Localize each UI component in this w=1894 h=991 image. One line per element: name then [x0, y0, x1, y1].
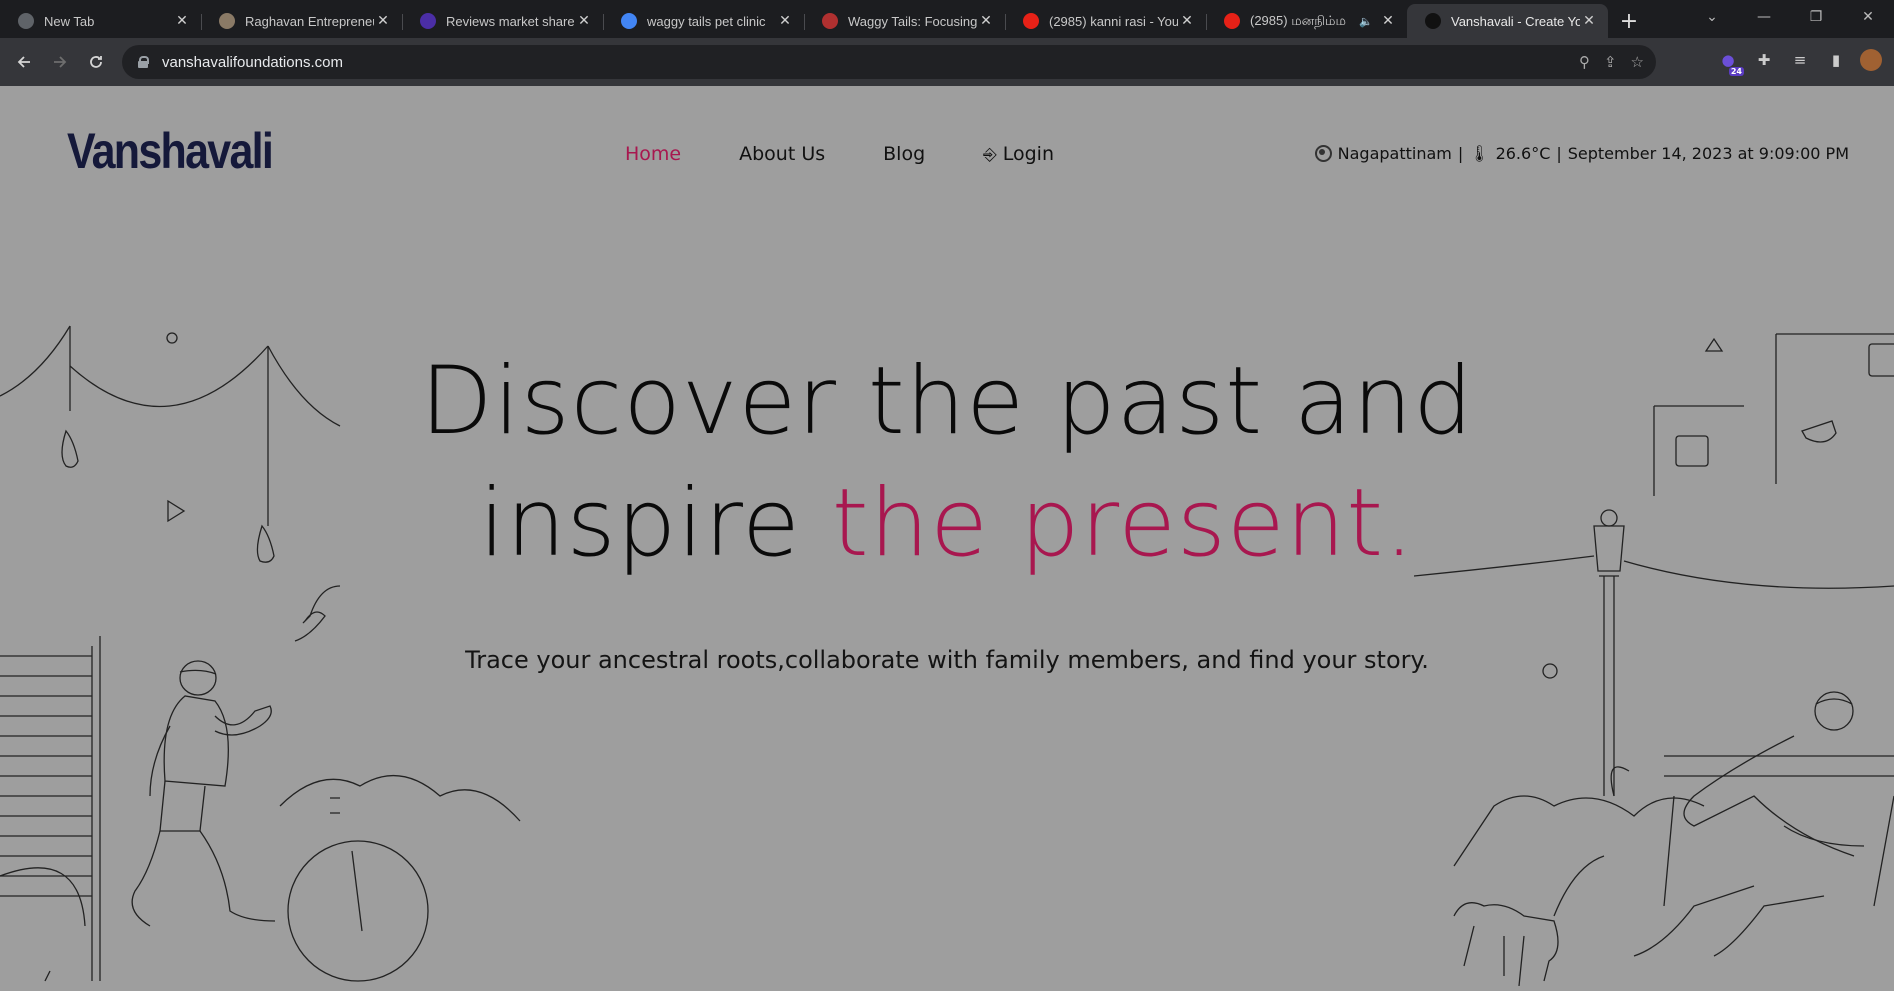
tab-close-icon[interactable]: ✕ — [173, 13, 191, 29]
browser-tab[interactable]: Waggy Tails: Focusing ✕ — [804, 6, 1005, 36]
page-content: Vanshavali Home About Us Blog ⎆ Login Nag… — [0, 86, 1894, 991]
nav-login[interactable]: ⎆ Login — [983, 143, 1054, 165]
tab-title: (2985) மனநிம்ம — [1250, 12, 1346, 28]
nav-about-us[interactable]: About Us — [739, 143, 825, 165]
waggy-icon — [822, 13, 838, 29]
location-weather-bar: Nagapattinam | 🌡 26.6°C | September 14, … — [1314, 144, 1849, 163]
tab-close-icon[interactable]: ✕ — [575, 13, 593, 29]
hero-line-2-accent: the present. — [831, 469, 1416, 578]
extensions-area: ● 24 ✚ ≡ ▮ — [1716, 48, 1882, 76]
media-control-icon[interactable]: ≡ — [1788, 48, 1812, 72]
tab-close-icon[interactable]: ✕ — [374, 13, 392, 29]
hero-subtitle: Trace your ancestral roots,collaborate w… — [465, 646, 1429, 674]
main-navigation: Home About Us Blog ⎆ Login — [625, 143, 1054, 165]
browser-tab-strip: New Tab ✕ Raghavan Entrepreneur ✕ Reviews ma… — [0, 0, 1894, 38]
tab-title: Raghavan Entrepreneur — [245, 13, 374, 29]
walking-person — [131, 660, 276, 927]
hero-line-2-plain: inspire — [478, 469, 832, 578]
tab-close-icon[interactable]: ✕ — [977, 13, 995, 29]
forward-arrow-icon — [54, 56, 67, 68]
chrome-icon — [18, 13, 34, 29]
datetime-text: September 14, 2023 at 9:09:00 PM — [1567, 144, 1849, 163]
new-tab-button[interactable]: + — [1612, 4, 1646, 38]
browser-tab[interactable]: waggy tails pet clinic ✕ — [603, 6, 804, 36]
login-icon: ⎆ — [983, 145, 997, 165]
nav-blog[interactable]: Blog — [883, 143, 925, 165]
site-logo[interactable]: Vanshavali — [67, 122, 274, 180]
extension-badge: 24 — [1728, 67, 1744, 76]
browser-tab[interactable]: (2985) மனநிம்ம 🔈 ✕ — [1206, 6, 1407, 36]
bicycle-wheel — [287, 840, 429, 982]
address-bar[interactable]: vanshavalifoundations.com ⚲ ⇪ ☆ — [122, 45, 1656, 79]
back-button[interactable] — [6, 44, 42, 80]
share-icon[interactable]: ⇪ — [1604, 53, 1617, 71]
location-text: Nagapattinam — [1337, 144, 1452, 163]
hero-headline: Discover the past and inspire the presen… — [0, 341, 1894, 585]
tab-list: New Tab ✕ Raghavan Entrepreneur ✕ Reviews ma… — [0, 0, 1608, 38]
nav-home[interactable]: Home — [625, 143, 681, 165]
vanshavali-icon — [1425, 13, 1441, 29]
window-controls: ⌄ — ❐ ✕ — [1686, 0, 1894, 34]
nav-login-label: Login — [1002, 143, 1055, 165]
hero-line-2: inspire the present. — [0, 463, 1894, 585]
google-icon — [621, 13, 637, 29]
hexagon-icon — [420, 13, 436, 29]
minimize-icon[interactable]: — — [1738, 9, 1790, 25]
extension-icon[interactable]: ● 24 — [1716, 48, 1744, 76]
reload-icon — [90, 56, 102, 68]
omnibox-actions: ⚲ ⇪ ☆ — [1579, 53, 1644, 71]
tab-close-icon[interactable]: ✕ — [1178, 13, 1196, 29]
lock-icon[interactable] — [138, 56, 149, 68]
tab-title: Vanshavali - Create Yo — [1451, 13, 1580, 29]
temperature-text: 26.6°C — [1495, 144, 1551, 163]
reload-button[interactable] — [78, 44, 114, 80]
sitting-person — [1633, 691, 1894, 957]
globe-icon — [1314, 145, 1332, 162]
tab-search-icon[interactable]: ⌄ — [1686, 9, 1738, 25]
raghavan-icon — [219, 13, 235, 29]
tab-title: Waggy Tails: Focusing — [848, 13, 977, 29]
tab-close-icon[interactable]: ✕ — [776, 13, 794, 29]
tab-title: Reviews market share — [446, 13, 575, 29]
speaker-icon[interactable]: 🔈 — [1359, 15, 1373, 28]
thermometer-icon: 🌡 — [1469, 144, 1490, 163]
tab-close-icon[interactable]: ✕ — [1379, 13, 1397, 29]
close-window-icon[interactable]: ✕ — [1842, 9, 1894, 25]
url-text[interactable]: vanshavalifoundations.com — [162, 54, 343, 71]
browser-tab[interactable]: Raghavan Entrepreneur ✕ — [201, 6, 402, 36]
browser-toolbar: vanshavalifoundations.com ⚲ ⇪ ☆ ● 24 ✚ ≡ … — [0, 38, 1894, 86]
youtube-icon — [1224, 13, 1240, 29]
hero-line-1: Discover the past and — [420, 347, 1474, 456]
browser-tab[interactable]: Vanshavali - Create Yo ✕ — [1407, 4, 1608, 38]
tab-close-icon[interactable]: ✕ — [1580, 13, 1598, 29]
forward-button[interactable] — [42, 44, 78, 80]
tab-title: New Tab — [44, 13, 95, 29]
profile-avatar[interactable] — [1860, 49, 1882, 71]
browser-tab[interactable]: Reviews market share ✕ — [402, 6, 603, 36]
location-icon[interactable]: ⚲ — [1579, 53, 1590, 71]
restore-icon[interactable]: ❐ — [1790, 9, 1842, 25]
back-arrow-icon — [17, 56, 30, 68]
separator: | — [1457, 144, 1464, 163]
bookmark-star-icon[interactable]: ☆ — [1631, 53, 1644, 71]
side-panel-icon[interactable]: ▮ — [1824, 48, 1848, 72]
building-lines — [0, 636, 101, 981]
browser-tab[interactable]: New Tab ✕ — [0, 6, 201, 36]
puzzle-extensions-icon[interactable]: ✚ — [1752, 48, 1776, 72]
youtube-icon — [1023, 13, 1039, 29]
tab-title: (2985) kanni rasi - You — [1049, 13, 1178, 29]
browser-tab[interactable]: (2985) kanni rasi - You ✕ — [1005, 6, 1206, 36]
tab-title: waggy tails pet clinic — [647, 13, 766, 29]
separator: | — [1556, 144, 1562, 163]
